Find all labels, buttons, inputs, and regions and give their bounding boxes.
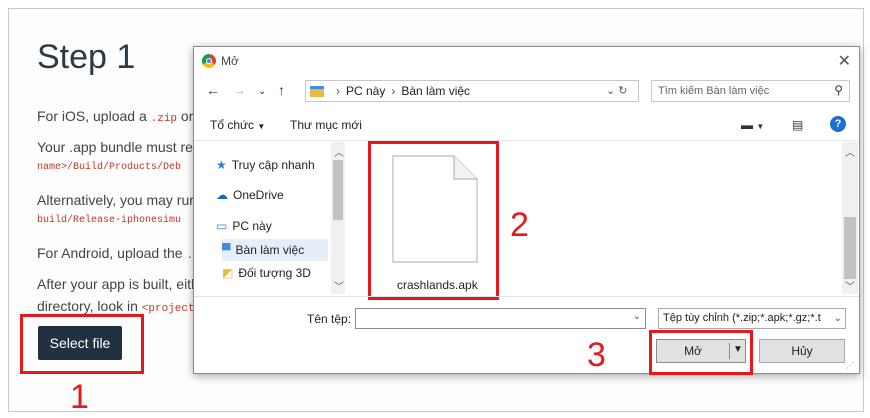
nav-label: Bàn làm việc bbox=[235, 243, 305, 257]
file-type-value: Tệp tùy chỉnh (*.zip;*.apk;*.gz;*.t bbox=[663, 312, 821, 324]
up-arrow-icon[interactable]: ↑ bbox=[278, 82, 285, 98]
scroll-up-icon[interactable]: ︿ bbox=[334, 144, 344, 159]
dialog-titlebar: Mở ✕ bbox=[194, 47, 859, 75]
directory-code: <project bbox=[141, 303, 195, 315]
directory-text: directory, look in bbox=[37, 298, 142, 314]
breadcrumb-desktop[interactable]: Bàn làm việc bbox=[401, 84, 470, 98]
search-input[interactable]: Tìm kiếm Bàn làm việc ⚲ bbox=[651, 80, 850, 102]
bundle-instruction: Your .app bundle must re bbox=[37, 139, 193, 155]
breadcrumb-pc[interactable]: PC này bbox=[346, 84, 385, 98]
close-icon[interactable]: ✕ bbox=[838, 51, 851, 71]
folder-icon bbox=[310, 85, 324, 97]
nav-label: OneDrive bbox=[233, 188, 284, 202]
highlight-box-open bbox=[649, 330, 753, 375]
cube-folder-icon: ◩ bbox=[222, 266, 234, 280]
ios-text: For iOS, upload a bbox=[37, 108, 151, 124]
annotation-number-1: 1 bbox=[70, 378, 89, 416]
preview-pane-icon[interactable]: ▤ bbox=[792, 118, 803, 132]
android-text: For Android, upload the bbox=[37, 245, 187, 261]
address-bar[interactable]: › PC này › Bàn làm việc bbox=[305, 80, 639, 102]
alternative-code: build/Release-iphonesimu bbox=[37, 215, 182, 226]
nav-item-quick-access[interactable]: ★ Truy cập nhanh bbox=[216, 154, 315, 176]
alternative-instruction: Alternatively, you may rur bbox=[37, 192, 194, 208]
file-type-select[interactable]: Tệp tùy chỉnh (*.zip;*.apk;*.gz;*.t ⌄ bbox=[658, 308, 846, 329]
bundle-code: name>/Build/Products/Deb bbox=[37, 162, 182, 173]
nav-label: PC này bbox=[232, 219, 272, 233]
help-icon[interactable]: ? bbox=[830, 116, 846, 132]
desktop-folder-icon: ▀ bbox=[222, 243, 231, 257]
nav-label: Truy cập nhanh bbox=[231, 158, 315, 172]
filename-input[interactable]: ⌄ bbox=[355, 308, 646, 329]
chrome-icon bbox=[202, 54, 216, 68]
back-arrow-icon[interactable]: ← bbox=[206, 82, 220, 98]
new-folder-button[interactable]: Thư mục mới bbox=[290, 118, 362, 132]
cloud-icon: ☁ bbox=[216, 188, 228, 202]
scroll-thumb[interactable] bbox=[333, 160, 343, 220]
file-area-scrollbar[interactable]: ︿ ﹀ bbox=[842, 142, 858, 294]
step-title: Step 1 bbox=[37, 38, 136, 76]
toolbar-divider bbox=[194, 140, 859, 141]
search-placeholder: Tìm kiếm Bàn làm việc bbox=[658, 85, 770, 97]
cancel-button[interactable]: Hủy bbox=[759, 339, 845, 363]
chevron-right-icon: › bbox=[336, 84, 340, 98]
chevron-down-icon[interactable]: ⌄ bbox=[633, 311, 641, 322]
search-icon[interactable]: ⚲ bbox=[834, 83, 843, 97]
ios-code: .zip bbox=[150, 113, 178, 125]
nav-label: Đối tượng 3D bbox=[238, 266, 311, 280]
view-options-icon[interactable]: ▬ ▼ bbox=[741, 118, 764, 132]
dialog-title: Mở bbox=[221, 54, 239, 68]
nav-item-desktop[interactable]: ▀ Bàn làm việc bbox=[222, 239, 328, 261]
annotation-number-3: 3 bbox=[587, 336, 606, 374]
scroll-down-icon[interactable]: ﹀ bbox=[334, 278, 344, 293]
caret-down-icon: ▼ bbox=[257, 122, 266, 131]
after-build-instruction: After your app is built, eith bbox=[37, 276, 199, 292]
chevron-right-icon: › bbox=[391, 84, 396, 98]
android-instruction: For Android, upload the . bbox=[37, 245, 193, 262]
annotation-number-2: 2 bbox=[510, 206, 529, 244]
nav-item-3d-objects[interactable]: ◩ Đối tượng 3D bbox=[222, 262, 311, 284]
resize-grip-icon[interactable]: ⋰ bbox=[846, 361, 854, 370]
highlight-box-file bbox=[368, 141, 499, 300]
organize-menu[interactable]: Tổ chức ▼ bbox=[210, 118, 265, 132]
navigation-pane: ★ Truy cập nhanh ☁ OneDrive ▭ PC này ▀ B… bbox=[194, 142, 346, 294]
bottom-divider bbox=[194, 296, 859, 297]
scroll-up-icon[interactable]: ︿ bbox=[845, 144, 855, 159]
nav-item-this-pc[interactable]: ▭ PC này bbox=[216, 215, 272, 237]
scroll-down-icon[interactable]: ﹀ bbox=[845, 278, 855, 293]
directory-instruction: directory, look in <project bbox=[37, 298, 195, 315]
highlight-box-select-file bbox=[20, 314, 144, 374]
computer-icon: ▭ bbox=[216, 219, 228, 233]
ios-instruction: For iOS, upload a .zip or bbox=[37, 108, 193, 125]
forward-arrow-icon[interactable]: → bbox=[232, 82, 246, 98]
pin-icon: ★ bbox=[216, 158, 227, 172]
recent-dropdown-icon[interactable]: ⌄ bbox=[258, 86, 266, 97]
nav-pane-scrollbar[interactable]: ︿ ﹀ bbox=[331, 142, 345, 294]
address-dropdown-icon[interactable]: ⌄ ↻ bbox=[606, 84, 628, 97]
nav-item-onedrive[interactable]: ☁ OneDrive bbox=[216, 184, 284, 206]
ios-text-suffix: or bbox=[177, 108, 194, 124]
dialog-toolbar: Tổ chức ▼ Thư mục mới ▬ ▼ ▤ bbox=[194, 111, 859, 137]
organize-label: Tổ chức bbox=[210, 118, 255, 132]
scroll-thumb[interactable] bbox=[844, 217, 856, 279]
filename-label: Tên tệp: bbox=[307, 312, 352, 326]
chevron-down-icon[interactable]: ⌄ bbox=[831, 313, 842, 324]
